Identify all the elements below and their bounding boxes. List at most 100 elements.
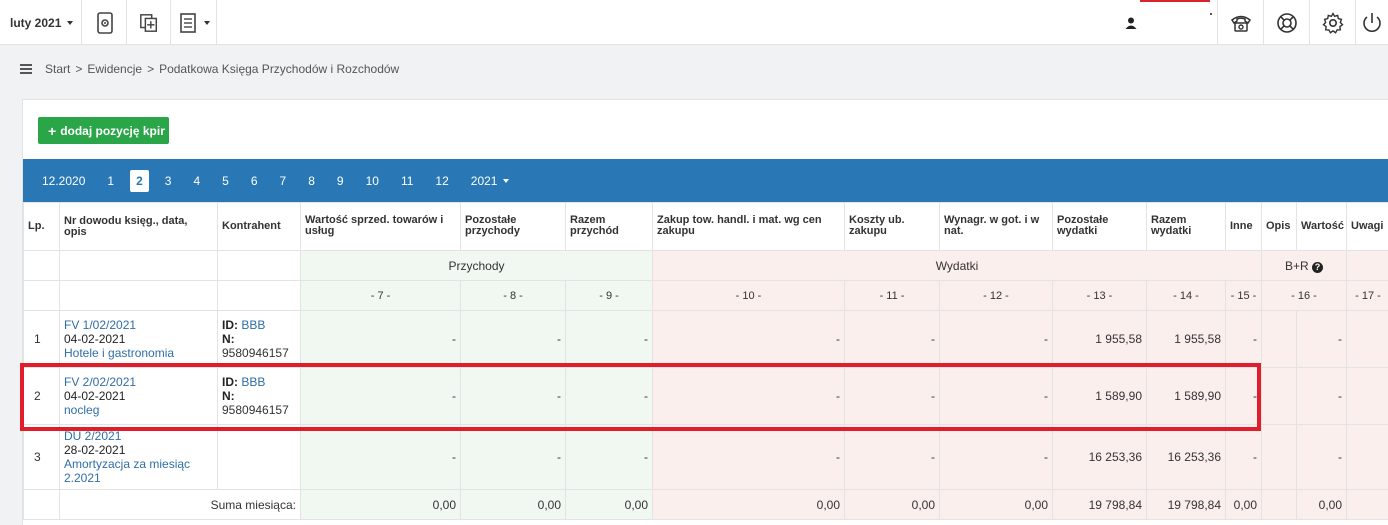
document-date: 04-02-2021 xyxy=(64,332,126,346)
question-icon[interactable]: ? xyxy=(1312,261,1324,273)
year-selector-label: 2021 xyxy=(470,173,498,188)
tab-month-4[interactable]: 4 xyxy=(187,170,206,192)
row-lp: 2 xyxy=(23,367,60,425)
table-row[interactable]: 2 FV 2/02/2021 04-02-2021 nocleg ID: BBB… xyxy=(23,367,1388,425)
sum-c10: 0,00 xyxy=(652,489,845,520)
table-row[interactable]: 3 DU 2/2021 28-02-2021 Amortyzacja za mi… xyxy=(23,424,1388,490)
header-c7: Wartość sprzed. towarów i usług xyxy=(300,202,461,251)
row-contractor xyxy=(217,424,301,490)
tab-month-7[interactable]: 7 xyxy=(274,170,293,192)
year-selector[interactable]: 2021 xyxy=(465,170,516,192)
cell-c7: - xyxy=(300,367,461,425)
header-c17: Uwagi xyxy=(1346,202,1388,251)
colnum-7: - 7 - xyxy=(300,280,461,311)
breadcrumb-current: Podatkowa Księga Przychodów i Rozchodów xyxy=(159,62,400,76)
tab-month-8[interactable]: 8 xyxy=(302,170,321,192)
help-button[interactable] xyxy=(1263,0,1309,45)
tab-month-2[interactable]: 2 xyxy=(130,169,149,192)
row-document: FV 2/02/2021 04-02-2021 nocleg xyxy=(59,367,218,425)
month-tabs: 12.2020 1 2 3 4 5 6 7 8 9 10 11 12 2021 xyxy=(23,159,1388,202)
contractor-id-link[interactable]: BBB xyxy=(241,318,265,332)
cell-c12: - xyxy=(939,367,1053,425)
tab-month-11[interactable]: 11 xyxy=(395,170,419,192)
phone-icon xyxy=(1230,15,1251,32)
document-date: 04-02-2021 xyxy=(64,389,126,403)
cell-c8: - xyxy=(460,310,566,368)
tab-month-5[interactable]: 5 xyxy=(216,170,235,192)
document-number-link[interactable]: FV 2/02/2021 xyxy=(64,375,213,389)
tab-month-12[interactable]: 12 xyxy=(429,170,454,192)
chevron-down-icon xyxy=(503,179,510,184)
kpir-table: Lp. Nr dowodu księg., data, opis Kontrah… xyxy=(23,202,1388,520)
cell-c11: - xyxy=(844,310,940,368)
cell-c9: - xyxy=(565,424,653,490)
add-kpir-entry-button[interactable]: + dodaj pozycję kpir xyxy=(38,117,169,144)
cell-c15: - xyxy=(1225,424,1262,490)
sum-c13: 19 798,84 xyxy=(1052,489,1147,520)
add-document-button[interactable] xyxy=(127,0,171,45)
contractor-nip: 9580946157 xyxy=(222,403,289,417)
cell-c13: 1 589,90 xyxy=(1052,367,1147,425)
document-description-link[interactable]: Amortyzacja za miesiąc 2.2021 xyxy=(64,457,213,485)
header-lp: Lp. xyxy=(23,202,60,251)
document-description-link[interactable]: nocleg xyxy=(64,403,213,417)
contractor-id-link[interactable]: BBB xyxy=(241,375,265,389)
sum-c15: 0,00 xyxy=(1225,489,1262,520)
tab-prev-month[interactable]: 12.2020 xyxy=(36,170,91,192)
top-bar: luty 2021 xyxy=(0,0,1388,45)
calculator-button[interactable] xyxy=(83,0,127,45)
breadcrumb-ewidencje[interactable]: Ewidencje xyxy=(87,62,142,76)
tab-month-9[interactable]: 9 xyxy=(331,170,350,192)
tab-month-1[interactable]: 1 xyxy=(101,170,120,192)
document-number-link[interactable]: FV 1/02/2021 xyxy=(64,318,213,332)
tab-month-10[interactable]: 10 xyxy=(360,170,385,192)
phone-button[interactable] xyxy=(1217,0,1263,45)
breadcrumb: Start > Ewidencje > Podatkowa Księga Prz… xyxy=(20,61,399,77)
sum-c16: 0,00 xyxy=(1296,489,1347,520)
row-contractor: ID: BBB N: 9580946157 xyxy=(217,310,301,368)
colnum-13: - 13 - xyxy=(1052,280,1147,311)
document-number-link[interactable]: DU 2/2021 xyxy=(64,429,213,443)
plus-icon: + xyxy=(48,122,57,139)
user-icon xyxy=(1125,17,1137,29)
breadcrumb-separator: > xyxy=(75,62,83,76)
calculator-icon xyxy=(96,11,113,34)
row-document: FV 1/02/2021 04-02-2021 Hotele i gastron… xyxy=(59,310,218,368)
group-header-row: Przychody Wydatki B+R ? xyxy=(23,250,1388,281)
add-kpir-entry-label: dodaj pozycję kpir xyxy=(60,123,165,138)
cell-c13: 1 955,58 xyxy=(1052,310,1147,368)
colnum-12: - 12 - xyxy=(939,280,1053,311)
cell-c8: - xyxy=(460,424,566,490)
cell-c13: 16 253,36 xyxy=(1052,424,1147,490)
cell-c14: 16 253,36 xyxy=(1146,424,1226,490)
breadcrumb-start[interactable]: Start xyxy=(45,62,70,76)
cell-c15: - xyxy=(1225,367,1262,425)
logout-button[interactable] xyxy=(1355,0,1388,45)
tab-month-6[interactable]: 6 xyxy=(245,170,264,192)
sum-c14: 19 798,84 xyxy=(1146,489,1226,520)
tab-month-3[interactable]: 3 xyxy=(159,170,178,192)
row-contractor: ID: BBB N: 9580946157 xyxy=(217,367,301,425)
colnum-8: - 8 - xyxy=(460,280,566,311)
header-c11: Koszty ub. zakupu xyxy=(844,202,940,251)
menu-icon[interactable] xyxy=(20,64,32,74)
cell-c9: - xyxy=(565,367,653,425)
document-list-button[interactable] xyxy=(171,0,217,45)
add-document-icon xyxy=(139,13,157,32)
sum-label: Suma miesiąca: xyxy=(59,489,301,520)
month-selector-label: luty 2021 xyxy=(10,15,62,30)
cell-c16: - xyxy=(1296,367,1347,425)
cell-c10: - xyxy=(652,424,845,490)
colnum-10: - 10 - xyxy=(652,280,845,311)
document-description-link[interactable]: Hotele i gastronomia xyxy=(64,346,213,360)
cell-c10: - xyxy=(652,310,845,368)
cell-c10: - xyxy=(652,367,845,425)
month-selector[interactable]: luty 2021 xyxy=(0,0,82,45)
colnum-16: - 16 - xyxy=(1261,280,1347,311)
user-menu[interactable] xyxy=(1115,0,1217,45)
power-icon xyxy=(1363,12,1381,32)
settings-button[interactable] xyxy=(1309,0,1355,45)
row-lp: 3 xyxy=(23,424,60,490)
table-row[interactable]: 1 FV 1/02/2021 04-02-2021 Hotele i gastr… xyxy=(23,310,1388,368)
contractor-nip-label: N: xyxy=(222,389,235,403)
